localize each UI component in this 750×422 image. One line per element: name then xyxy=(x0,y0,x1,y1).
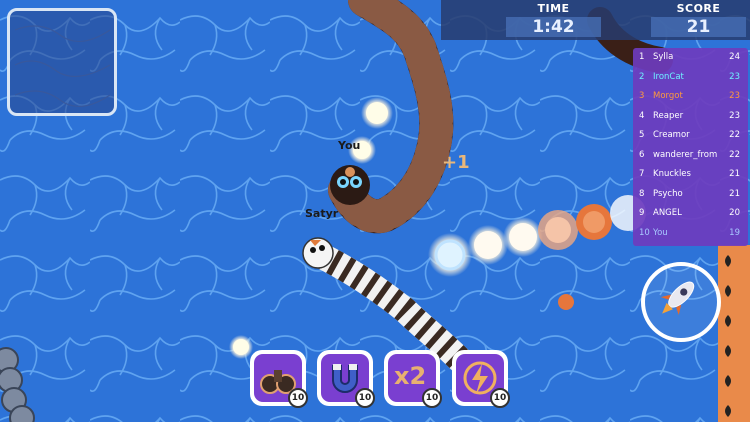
leaderboard-rank: 6 xyxy=(639,149,645,160)
rocket-icon xyxy=(660,281,695,315)
leaderboard-name: You xyxy=(653,227,668,238)
leaderboard-score: 23 xyxy=(729,71,740,82)
leaderboard-row: 3 Morgot 23 xyxy=(633,87,748,107)
leaderboard-score: 22 xyxy=(729,149,740,160)
leaderboard-rank: 10 xyxy=(639,227,650,238)
score-value: 21 xyxy=(651,17,746,37)
leaderboard-row: 4 Reaper 23 xyxy=(633,107,748,127)
leaderboard-rank: 5 xyxy=(639,130,645,140)
powerup-count: 10 xyxy=(422,388,442,408)
player-name-satyr: Satyr xyxy=(305,207,339,220)
powerup-binoculars[interactable]: 10 xyxy=(250,350,308,408)
leaderboard-row: 9 ANGEL 20 xyxy=(633,204,748,224)
score-panel: SCORE 21 xyxy=(651,0,746,37)
leaderboard-name: Morgot xyxy=(653,91,683,101)
timer-panel: TIME 1:42 xyxy=(506,0,601,37)
leaderboard-row: 8 Psycho 21 xyxy=(633,185,748,205)
leaderboard: 1 Sylla 24 2 IronCat 23 3 Morgot 23 4 Reaper 23 5 Cre… xyxy=(633,48,748,246)
leaderboard-row: 1 Sylla 24 xyxy=(633,48,748,68)
leaderboard-name: Creamor xyxy=(653,130,690,140)
leaderboard-score: 20 xyxy=(729,208,740,218)
leaderboard-name: Reaper xyxy=(653,110,684,121)
powerup-lightning[interactable]: 10 xyxy=(452,350,510,408)
leaderboard-row: 7 Knuckles 21 xyxy=(633,165,748,185)
leaderboard-rank: 4 xyxy=(639,110,645,121)
timer-value: 1:42 xyxy=(506,17,601,37)
leaderboard-name: Psycho xyxy=(653,188,683,199)
score-pickup-text: +1 xyxy=(442,152,470,173)
powerup-count: 10 xyxy=(490,388,510,408)
leaderboard-row: 5 Creamor 22 xyxy=(633,126,748,146)
timer-label: TIME xyxy=(537,2,570,15)
powerup-x2[interactable]: x2 10 xyxy=(384,350,442,408)
powerup-count: 10 xyxy=(288,388,308,408)
leaderboard-row: 2 IronCat 23 xyxy=(633,68,748,88)
leaderboard-row: 6 wanderer_from 22 xyxy=(633,146,748,166)
leaderboard-rank: 3 xyxy=(639,91,645,101)
leaderboard-name: wanderer_from xyxy=(653,149,718,160)
leaderboard-score: 23 xyxy=(729,110,740,121)
leaderboard-name: Sylla xyxy=(653,52,674,62)
score-label: SCORE xyxy=(676,2,721,15)
leaderboard-rank: 7 xyxy=(639,169,645,179)
leaderboard-score: 21 xyxy=(729,169,740,179)
leaderboard-name: IronCat xyxy=(653,71,684,82)
boost-button[interactable] xyxy=(641,262,721,342)
leaderboard-rank: 8 xyxy=(639,188,645,199)
minimap xyxy=(7,8,117,116)
powerup-count: 10 xyxy=(355,388,375,408)
leaderboard-score: 24 xyxy=(729,52,740,62)
leaderboard-score: 22 xyxy=(729,130,740,140)
x2-multiplier-icon: x2 xyxy=(394,362,427,390)
powerup-magnet[interactable]: 10 xyxy=(317,350,375,408)
leaderboard-score: 19 xyxy=(729,227,740,238)
leaderboard-name: ANGEL xyxy=(653,208,682,218)
leaderboard-rank: 9 xyxy=(639,208,645,218)
leaderboard-score: 21 xyxy=(729,188,740,199)
enemy-snake-edge xyxy=(718,245,750,422)
hud-top-bar: TIME 1:42 SCORE 21 xyxy=(441,0,750,40)
leaderboard-rank: 1 xyxy=(639,52,645,62)
leaderboard-name: Knuckles xyxy=(653,169,691,179)
leaderboard-row: 10 You 19 xyxy=(633,224,748,244)
leaderboard-rank: 2 xyxy=(639,71,645,82)
player-name-you: You xyxy=(338,139,361,152)
leaderboard-score: 23 xyxy=(729,91,740,101)
